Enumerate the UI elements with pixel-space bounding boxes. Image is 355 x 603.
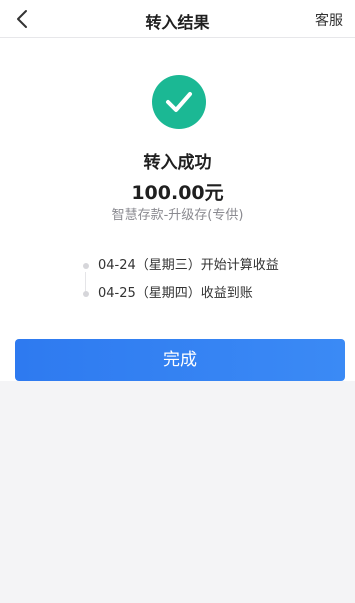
timeline-dot-icon bbox=[83, 263, 89, 269]
navigation-bar: 转入结果 客服 bbox=[0, 0, 355, 38]
success-check-icon bbox=[152, 75, 206, 129]
timeline-text: 04-24（星期三）开始计算收益 bbox=[98, 258, 279, 273]
page-title: 转入结果 bbox=[145, 13, 210, 32]
done-button[interactable]: 完成 bbox=[15, 339, 345, 381]
customer-service-link[interactable]: 客服 bbox=[315, 10, 343, 30]
timeline-text: 04-25（星期四）收益到账 bbox=[98, 286, 253, 301]
status-text: 转入成功 bbox=[143, 153, 212, 173]
result-card: 转入成功 100.00元 智慧存款-升级存(专供) 04-24（星期三）开始计算… bbox=[0, 38, 355, 381]
timeline-item: 04-24（星期三）开始计算收益 bbox=[83, 256, 323, 292]
screen: 转入结果 客服 转入成功 100.00元 智慧存款-升级存(专供) 04-24（… bbox=[0, 0, 355, 603]
product-name: 智慧存款-升级存(专供) bbox=[111, 208, 244, 223]
amount-text: 100.00元 bbox=[131, 182, 224, 204]
timeline-dot-icon bbox=[83, 291, 89, 297]
timeline-item: 04-25（星期四）收益到账 bbox=[83, 284, 323, 312]
timeline: 04-24（星期三）开始计算收益 04-25（星期四）收益到账 bbox=[83, 256, 323, 312]
